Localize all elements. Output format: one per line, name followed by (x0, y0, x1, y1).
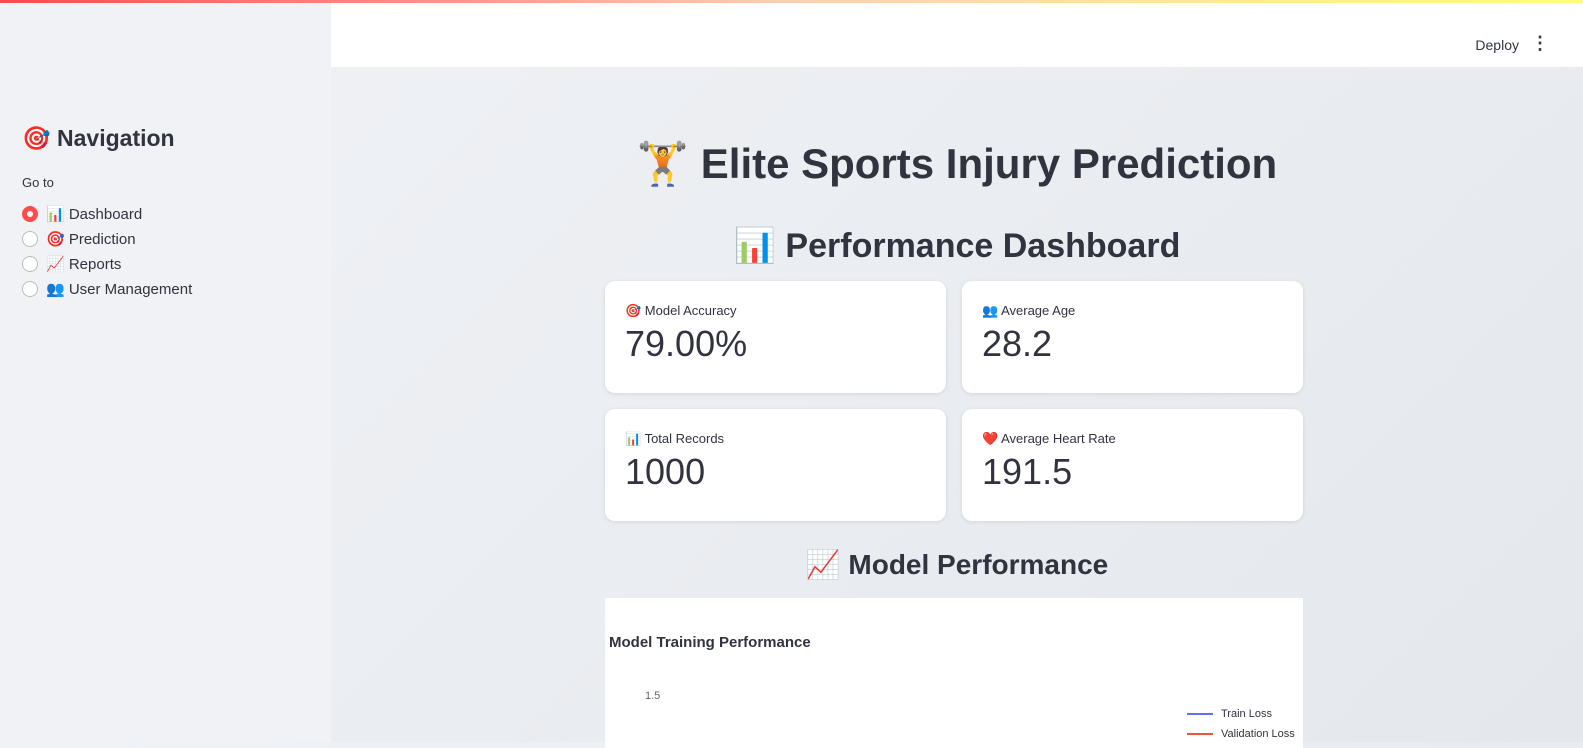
model-performance-heading: 📈 Model Performance (805, 549, 1109, 580)
radio-label: 🎯 Prediction (46, 230, 136, 248)
legend-label: Validation Loss (1221, 728, 1295, 740)
sidebar: 🎯 Navigation Go to 📊 Dashboard 🎯 Predict… (0, 3, 331, 742)
dashboard-heading: 📊 Performance Dashboard (733, 227, 1181, 265)
page-title: 🏋️ Elite Sports Injury Prediction (636, 140, 1278, 187)
metric-label: 🎯 Model Accuracy (625, 303, 737, 318)
legend-validation-loss[interactable]: Validation Loss (1187, 724, 1295, 744)
metric-card-accuracy: 🎯 Model Accuracy 79.00% (605, 281, 946, 393)
legend-swatch (1187, 713, 1213, 715)
legend-swatch (1187, 733, 1213, 735)
app-header: Deploy ⋮ (331, 3, 1583, 67)
goto-label: Go to (22, 175, 54, 190)
metric-value: 191.5 (982, 451, 1073, 492)
metric-label: ❤️ Average Heart Rate (982, 431, 1116, 446)
metric-value: 1000 (625, 451, 706, 492)
radio-icon[interactable] (22, 230, 38, 247)
metric-value: 79.00% (625, 323, 748, 364)
radio-selected-icon[interactable] (22, 205, 38, 222)
metric-label: 📊 Total Records (625, 431, 725, 446)
navigation-radio-group: 📊 Dashboard 🎯 Prediction 📈 Reports 👥 Use… (22, 201, 192, 301)
deploy-button[interactable]: Deploy (1475, 37, 1519, 53)
metric-card-heart-rate: ❤️ Average Heart Rate 191.5 (962, 409, 1303, 521)
vertical-dots-icon[interactable]: ⋮ (1531, 33, 1549, 54)
metric-value: 28.2 (982, 323, 1053, 364)
radio-user-management[interactable]: 👥 User Management (22, 276, 192, 301)
radio-label: 📊 Dashboard (46, 205, 143, 223)
radio-icon[interactable] (22, 255, 38, 272)
radio-icon[interactable] (22, 280, 38, 297)
legend-label: Train Loss (1221, 708, 1272, 720)
chart-legend: Train Loss Validation Loss (1187, 704, 1295, 744)
radio-dashboard[interactable]: 📊 Dashboard (22, 201, 192, 226)
sidebar-title: 🎯 Navigation (22, 125, 175, 151)
y-tick-label: 1.5 (645, 690, 661, 702)
metric-card-age: 👥 Average Age 28.2 (962, 281, 1303, 393)
radio-reports[interactable]: 📈 Reports (22, 251, 192, 276)
radio-label: 👥 User Management (46, 280, 193, 298)
training-chart[interactable]: Model Training Performance 1.5 Train Los… (605, 598, 1303, 748)
radio-prediction[interactable]: 🎯 Prediction (22, 226, 192, 251)
metric-card-records: 📊 Total Records 1000 (605, 409, 946, 521)
radio-label: 📈 Reports (46, 255, 122, 273)
legend-train-loss[interactable]: Train Loss (1187, 704, 1295, 724)
chart-title: Model Training Performance (609, 634, 811, 651)
metric-label: 👥 Average Age (982, 303, 1076, 318)
